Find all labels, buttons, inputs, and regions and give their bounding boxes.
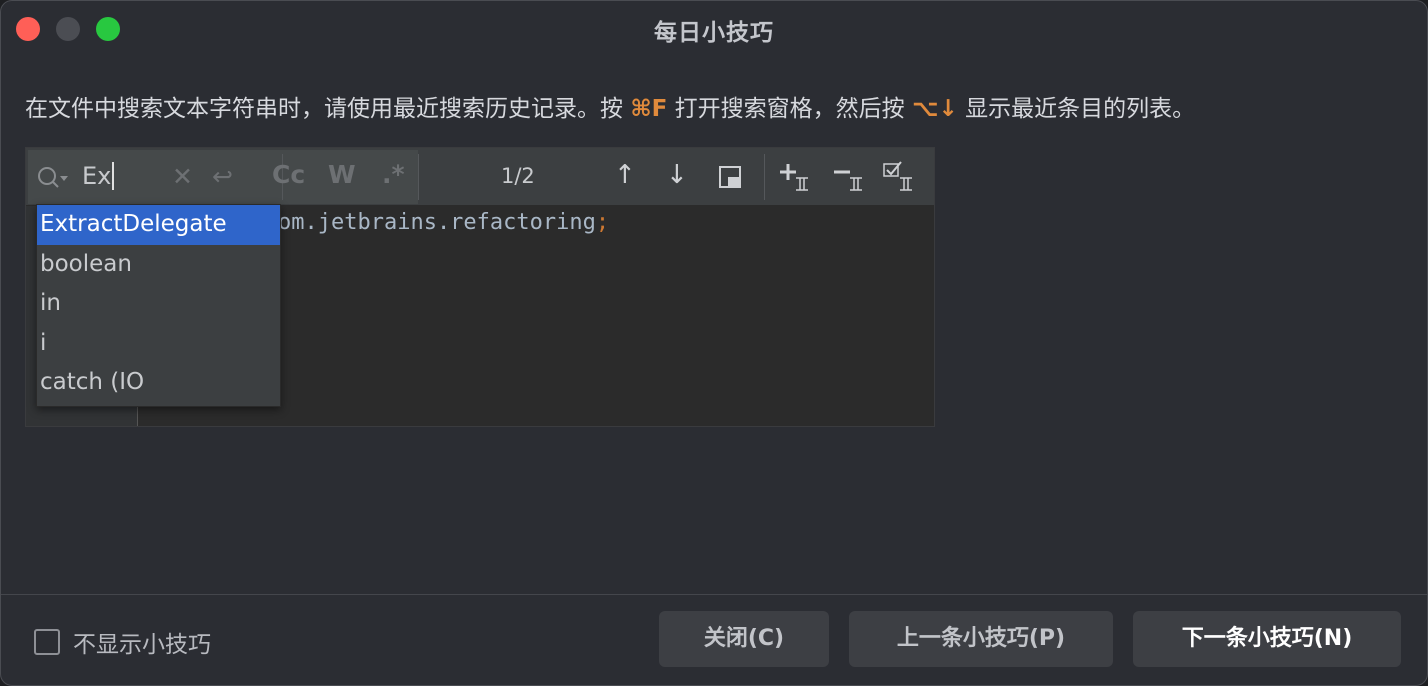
shortcut-find: ⌘F [630,96,668,122]
footer-divider [1,594,1427,595]
match-count: 1/2 [501,164,535,188]
history-item[interactable]: catch (IO [37,363,280,403]
search-field[interactable]: Ex ✕ ↩ [28,150,418,204]
window-title: 每日小技巧 [654,20,774,46]
search-history-dropdown: ExtractDelegate boolean in i catch (IO [36,204,281,407]
select-all-occurrences-icon[interactable] [882,158,916,198]
history-item[interactable]: in [37,284,280,324]
history-item[interactable]: ExtractDelegate [37,205,280,245]
add-occurrence-icon[interactable] [778,158,812,199]
tip-text-part: 在文件中搜索文本字符串时，请使用最近搜索历史记录。按 [25,96,631,122]
clear-icon[interactable]: ✕ [172,162,193,191]
next-tip-button[interactable]: 下一条小技巧(N) [1133,611,1401,667]
search-input[interactable]: Ex [82,162,115,190]
separator [418,154,419,200]
arrow-up-icon[interactable]: ↑ [614,160,636,190]
tip-text: 在文件中搜索文本字符串时，请使用最近搜索历史记录。按 ⌘F 打开搜索窗格，然后按… [25,89,1415,123]
previous-tip-button[interactable]: 上一条小技巧(P) [849,611,1113,667]
history-item[interactable]: boolean [37,245,280,285]
search-history-icon[interactable] [36,164,70,198]
words-button[interactable]: W [328,160,356,189]
tip-of-the-day-dialog: 每日小技巧 在文件中搜索文本字符串时，请使用最近搜索历史记录。按 ⌘F 打开搜索… [0,0,1428,686]
separator [764,154,765,200]
code-line: om.jetbrains.refactoring; [278,210,610,235]
match-case-button[interactable]: Cc [272,160,305,189]
close-button[interactable]: 关闭(C) [659,611,829,667]
tip-text-part: 打开搜索窗格，然后按 [667,96,912,122]
filter-window-icon[interactable] [719,166,741,188]
dont-show-tips-checkbox[interactable] [34,629,60,655]
arrow-down-icon[interactable]: ↓ [666,160,688,190]
regex-button[interactable]: .* [382,160,405,189]
history-item[interactable]: i [37,324,280,364]
find-bar: Ex ✕ ↩ Cc W .* 1/2 ↑ ↓ [26,148,934,206]
dont-show-tips-label[interactable]: 不显示小技巧 [73,625,211,659]
tip-text-part: 显示最近条目的列表。 [957,96,1196,122]
new-line-icon[interactable]: ↩ [212,162,233,191]
shortcut-history: ⌥↓ [912,96,958,122]
title-bar: 每日小技巧 [1,1,1427,57]
remove-occurrence-icon[interactable] [832,158,866,199]
